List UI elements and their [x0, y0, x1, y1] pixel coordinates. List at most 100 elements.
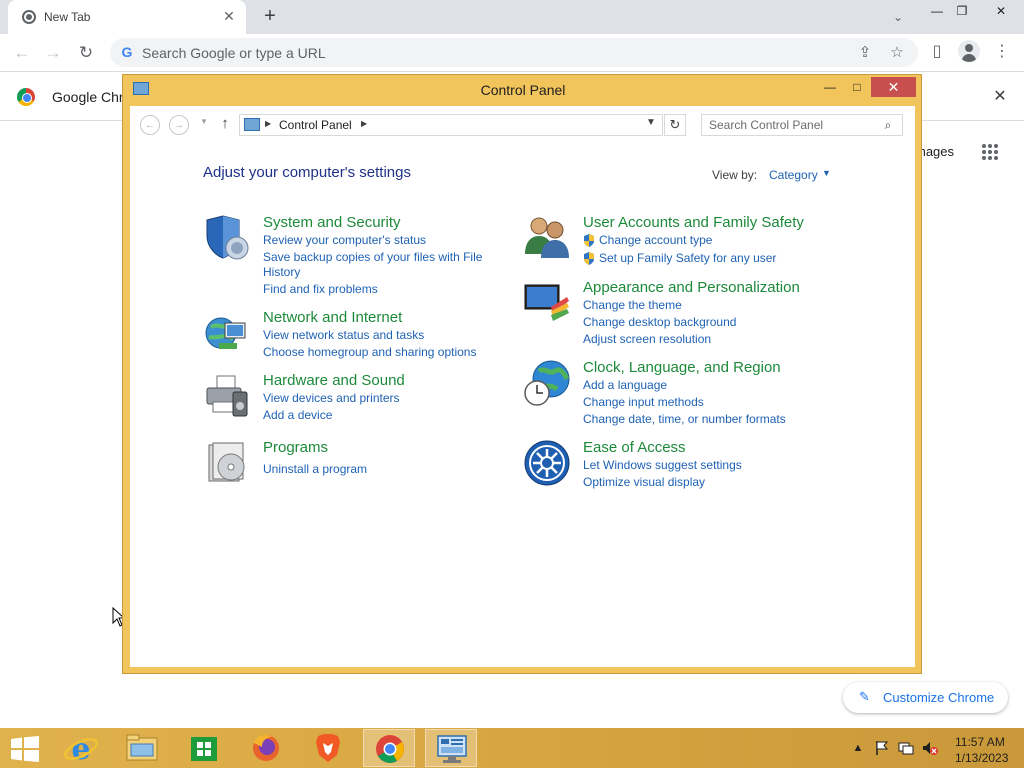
category-title[interactable]: Network and Internet: [263, 309, 402, 326]
link-network-status[interactable]: View network status and tasks: [263, 328, 424, 343]
control-panel-window[interactable]: Control Panel — □ ✕ ← → ▼ ↑ ▶ Control Pa…: [122, 74, 922, 674]
tab-close-icon[interactable]: ✕: [220, 7, 238, 25]
address-bar[interactable]: ▶ Control Panel ▶ ▼: [239, 114, 663, 136]
link-find-fix[interactable]: Find and fix problems: [263, 282, 378, 297]
profile-avatar-icon[interactable]: [958, 40, 980, 62]
breadcrumb-chevron-icon[interactable]: ▶: [361, 119, 367, 128]
category-ease-of-access: Ease of Access Let Windows suggest setti…: [523, 439, 863, 491]
forward-arrow-icon[interactable]: →: [40, 40, 66, 66]
link-add-device[interactable]: Add a device: [263, 408, 332, 423]
link-uninstall[interactable]: Uninstall a program: [263, 462, 367, 477]
category-title[interactable]: Programs: [263, 439, 328, 456]
network-icon[interactable]: [898, 740, 914, 756]
volume-muted-icon[interactable]: [922, 740, 938, 756]
clock-time[interactable]: 11:57 AM: [955, 735, 1005, 749]
chrome-logo-icon: [17, 88, 35, 106]
link-change-account-type[interactable]: Change account type: [583, 233, 712, 248]
share-icon[interactable]: ⇪: [854, 42, 876, 64]
restore-button[interactable]: ❐: [945, 0, 979, 22]
tab-new-tab[interactable]: New Tab ✕: [8, 0, 246, 34]
category-title[interactable]: Ease of Access: [583, 439, 686, 456]
show-hidden-icons-caret-icon[interactable]: ▲: [850, 740, 866, 756]
category-title[interactable]: Clock, Language, and Region: [583, 359, 781, 376]
taskbar-brave[interactable]: [302, 729, 354, 767]
taskbar-control-panel[interactable]: [425, 729, 477, 767]
link-homegroup[interactable]: Choose homegroup and sharing options: [263, 345, 476, 360]
reload-icon[interactable]: ↻: [73, 40, 99, 66]
search-box[interactable]: Search Control Panel ⌕: [701, 114, 903, 136]
category-programs: Programs Uninstall a program: [203, 439, 493, 491]
link-text: Change account type: [599, 233, 713, 247]
taskbar-internet-explorer[interactable]: e: [55, 729, 107, 767]
side-panel-icon[interactable]: ▯: [925, 40, 949, 64]
taskbar: e ▲: [0, 728, 1024, 768]
action-center-flag-icon[interactable]: [874, 740, 890, 756]
monitor-palette-icon[interactable]: [523, 279, 571, 327]
link-save-backup-cont[interactable]: History: [263, 265, 300, 280]
menu-kebab-icon[interactable]: ⋮: [990, 40, 1014, 64]
link-save-backup[interactable]: Save backup copies of your files with Fi…: [263, 250, 482, 265]
breadcrumb[interactable]: Control Panel: [279, 118, 352, 132]
tab-search-chevron-icon[interactable]: ⌄: [888, 7, 908, 27]
globe-clock-icon[interactable]: [523, 359, 571, 407]
link-input-methods[interactable]: Change input methods: [583, 395, 704, 410]
link-suggest-settings[interactable]: Let Windows suggest settings: [583, 458, 742, 473]
search-icon[interactable]: ⌕: [880, 117, 896, 133]
link-text: Set up Family Safety for any user: [599, 251, 777, 265]
address-dropdown-icon[interactable]: ▼: [646, 117, 656, 128]
up-arrow-icon[interactable]: ↑: [216, 114, 234, 134]
link-devices-printers[interactable]: View devices and printers: [263, 391, 400, 406]
google-g-icon: G: [121, 44, 133, 60]
breadcrumb-chevron-icon[interactable]: ▶: [265, 119, 271, 128]
taskbar-store[interactable]: [178, 729, 230, 767]
link-add-language[interactable]: Add a language: [583, 378, 667, 393]
taskbar-firefox[interactable]: [240, 729, 292, 767]
cp-minimize-button[interactable]: —: [816, 77, 844, 97]
link-review-status[interactable]: Review your computer's status: [263, 233, 426, 248]
printer-icon[interactable]: [203, 372, 251, 420]
google-apps-icon[interactable]: [982, 144, 998, 160]
link-family-safety[interactable]: Set up Family Safety for any user: [583, 251, 776, 266]
link-date-time-formats[interactable]: Change date, time, or number formats: [583, 412, 786, 427]
infobar-close-icon[interactable]: ✕: [988, 85, 1012, 109]
clock-date[interactable]: 1/13/2023: [955, 751, 1008, 765]
cp-forward-icon[interactable]: →: [169, 115, 189, 135]
close-window-button[interactable]: ✕: [984, 0, 1018, 22]
omnibox-input[interactable]: Search Google or type a URL: [142, 45, 326, 61]
category-title[interactable]: Appearance and Personalization: [583, 279, 800, 296]
taskbar-file-explorer[interactable]: [116, 729, 168, 767]
link-screen-resolution[interactable]: Adjust screen resolution: [583, 332, 711, 347]
refresh-icon[interactable]: ↻: [664, 114, 686, 136]
recent-locations-icon[interactable]: ▼: [200, 117, 208, 126]
users-icon[interactable]: [523, 214, 571, 262]
omnibox[interactable]: G Search Google or type a URL ⇪ ☆: [110, 38, 918, 67]
chrome-icon: [376, 735, 404, 763]
taskbar-chrome[interactable]: [363, 729, 415, 767]
windows-start-icon[interactable]: [10, 736, 40, 762]
cp-close-button[interactable]: ✕: [871, 77, 916, 97]
new-tab-button[interactable]: +: [258, 5, 282, 29]
ease-of-access-icon[interactable]: [523, 439, 571, 487]
category-title[interactable]: User Accounts and Family Safety: [583, 214, 804, 231]
category-hardware-sound: Hardware and Sound View devices and prin…: [203, 372, 493, 424]
brave-icon: [316, 734, 340, 762]
view-by-label: View by:: [712, 168, 758, 182]
link-desktop-background[interactable]: Change desktop background: [583, 315, 736, 330]
view-by-caret-icon[interactable]: ▼: [822, 168, 831, 178]
network-globe-icon[interactable]: [203, 309, 251, 357]
category-title[interactable]: Hardware and Sound: [263, 372, 405, 389]
view-by-dropdown[interactable]: Category: [769, 168, 818, 182]
programs-disc-icon[interactable]: [203, 439, 251, 487]
customize-chrome-button[interactable]: ✎ Customize Chrome: [843, 682, 1008, 713]
link-optimize-display[interactable]: Optimize visual display: [583, 475, 705, 490]
cp-maximize-button[interactable]: □: [843, 77, 871, 97]
bookmark-star-icon[interactable]: ☆: [886, 42, 908, 64]
svg-text:e: e: [71, 732, 90, 767]
link-change-theme[interactable]: Change the theme: [583, 298, 682, 313]
file-explorer-icon: [126, 734, 158, 761]
back-arrow-icon[interactable]: ←: [9, 40, 35, 66]
cp-back-icon[interactable]: ←: [140, 115, 160, 135]
category-title[interactable]: System and Security: [263, 214, 401, 231]
search-input[interactable]: Search Control Panel: [709, 118, 823, 132]
shield-icon[interactable]: [203, 214, 251, 262]
